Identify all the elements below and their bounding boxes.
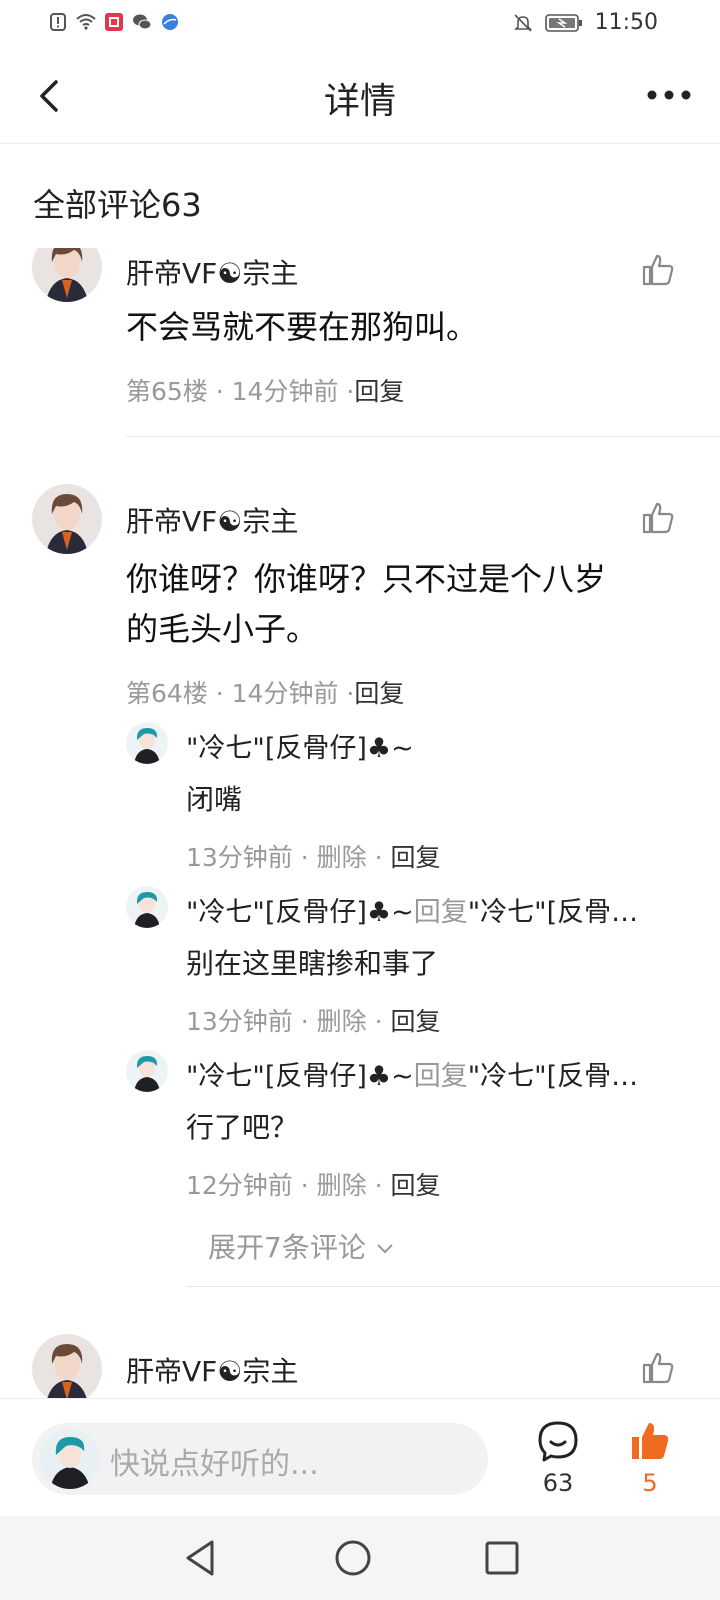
divider <box>186 1286 720 1287</box>
avatar[interactable] <box>32 484 102 554</box>
comment-text: 不会骂就不要在那狗叫。 <box>126 308 479 346</box>
reply-time: 12分钟前 <box>186 1171 293 1200</box>
reply-text: 闭嘴 <box>186 783 243 816</box>
reply-to-author[interactable]: "冷七"[反骨… <box>468 897 638 928</box>
comment-text-line: 你谁呀？你谁呀？只不过是个八岁 <box>126 560 607 598</box>
comment-text-line: 的毛头小子。 <box>126 610 319 648</box>
delete-button[interactable]: 删除 <box>317 1171 367 1200</box>
more-dots-icon[interactable] <box>646 80 692 110</box>
avatar[interactable] <box>32 248 102 302</box>
wifi-icon <box>76 14 96 30</box>
status-time: 11:50 <box>594 10 658 35</box>
comment-meta: 第64楼 · 14分钟前 ·回复 <box>126 679 405 708</box>
comment-author[interactable]: 肝帝VF☯宗主 <box>126 1350 298 1390</box>
header: 详情 <box>0 50 720 144</box>
like-count: 5 <box>642 1469 658 1497</box>
comment-text: 你谁呀？你谁呀？只不过是个八岁 的毛头小子。 <box>126 554 686 654</box>
mute-icon <box>513 13 532 32</box>
recents-square-icon[interactable] <box>478 1534 526 1582</box>
chevron-down-icon <box>377 1244 393 1254</box>
reply-button[interactable]: 回复 <box>391 1171 441 1200</box>
page-title: 详情 <box>323 81 396 122</box>
home-circle-icon[interactable] <box>329 1534 377 1582</box>
reply-to-label: 回复 <box>413 1061 468 1092</box>
comment-input[interactable]: 快说点好听的... <box>32 1423 488 1495</box>
delete-button[interactable]: 删除 <box>317 843 367 872</box>
bottom-action-bar: 快说点好听的... 63 5 <box>0 1398 720 1516</box>
reply-time: 13分钟前 <box>186 1007 293 1036</box>
reply-meta: 12分钟前 · 删除 · 回复 <box>186 1171 441 1200</box>
wechat-icon <box>133 14 152 30</box>
reply-text: 别在这里瞎掺和事了 <box>186 947 439 980</box>
expand-replies-button[interactable]: 展开7条评论 <box>208 1226 395 1266</box>
avatar <box>40 1429 100 1489</box>
comments-section-title: 全部评论63 <box>33 186 202 224</box>
delete-button[interactable]: 删除 <box>317 1007 367 1036</box>
reply-button[interactable]: 回复 <box>354 377 404 406</box>
browser-icon <box>162 14 178 30</box>
app-notification-icon <box>105 13 123 31</box>
reply-to-label: 回复 <box>413 897 468 928</box>
comment-count-button[interactable]: 63 <box>528 1419 588 1505</box>
comment-list[interactable]: 肝帝VF☯宗主 不会骂就不要在那狗叫。 第65楼 · 14分钟前 ·回复 肝帝V… <box>0 248 720 1398</box>
reply-meta: 13分钟前 · 删除 · 回复 <box>186 843 441 872</box>
comment-floor: 第64楼 <box>126 679 208 708</box>
status-left-icons <box>48 12 180 32</box>
status-right-icons: 11:50 <box>513 10 658 35</box>
reply-author[interactable]: "冷七"[反骨仔]♣~回复"冷七"[反骨… <box>186 890 676 929</box>
avatar[interactable] <box>126 722 168 764</box>
comment-time: 14分钟前 <box>231 679 339 708</box>
comment-bubble-icon <box>538 1421 578 1462</box>
reply-button[interactable]: 回复 <box>391 843 441 872</box>
battery-icon <box>544 13 582 32</box>
reply-author[interactable]: "冷七"[反骨仔]♣~ <box>186 726 676 765</box>
divider <box>126 436 720 437</box>
reply-author[interactable]: "冷七"[反骨仔]♣~回复"冷七"[反骨… <box>186 1054 676 1093</box>
like-count-button[interactable]: 5 <box>620 1419 680 1505</box>
reply-meta: 13分钟前 · 删除 · 回复 <box>186 1007 441 1036</box>
thumbs-up-icon[interactable] <box>640 1350 676 1386</box>
thumbs-up-icon[interactable] <box>640 500 676 536</box>
system-nav-bar <box>0 1516 720 1600</box>
comment-count: 63 <box>542 1469 574 1497</box>
reply-time: 13分钟前 <box>186 843 293 872</box>
reply-to-author[interactable]: "冷七"[反骨… <box>468 1061 638 1092</box>
back-triangle-icon[interactable] <box>178 1534 226 1582</box>
reply-button[interactable]: 回复 <box>391 1007 441 1036</box>
input-placeholder: 快说点好听的... <box>110 1447 319 1482</box>
comment-floor: 第65楼 <box>126 377 208 406</box>
status-bar: 11:50 <box>0 0 720 50</box>
comment-meta: 第65楼 · 14分钟前 ·回复 <box>126 377 405 406</box>
thumbs-up-icon[interactable] <box>640 252 676 288</box>
comment-time: 14分钟前 <box>231 377 339 406</box>
reply-text: 行了吧？ <box>186 1111 299 1144</box>
alert-icon <box>50 13 66 31</box>
avatar[interactable] <box>126 886 168 928</box>
comment-author[interactable]: 肝帝VF☯宗主 <box>126 500 298 540</box>
avatar[interactable] <box>32 1334 102 1398</box>
thumbs-up-filled-icon <box>632 1423 669 1459</box>
avatar[interactable] <box>126 1050 168 1092</box>
reply-button[interactable]: 回复 <box>354 679 404 708</box>
comment-author[interactable]: 肝帝VF☯宗主 <box>126 252 298 292</box>
